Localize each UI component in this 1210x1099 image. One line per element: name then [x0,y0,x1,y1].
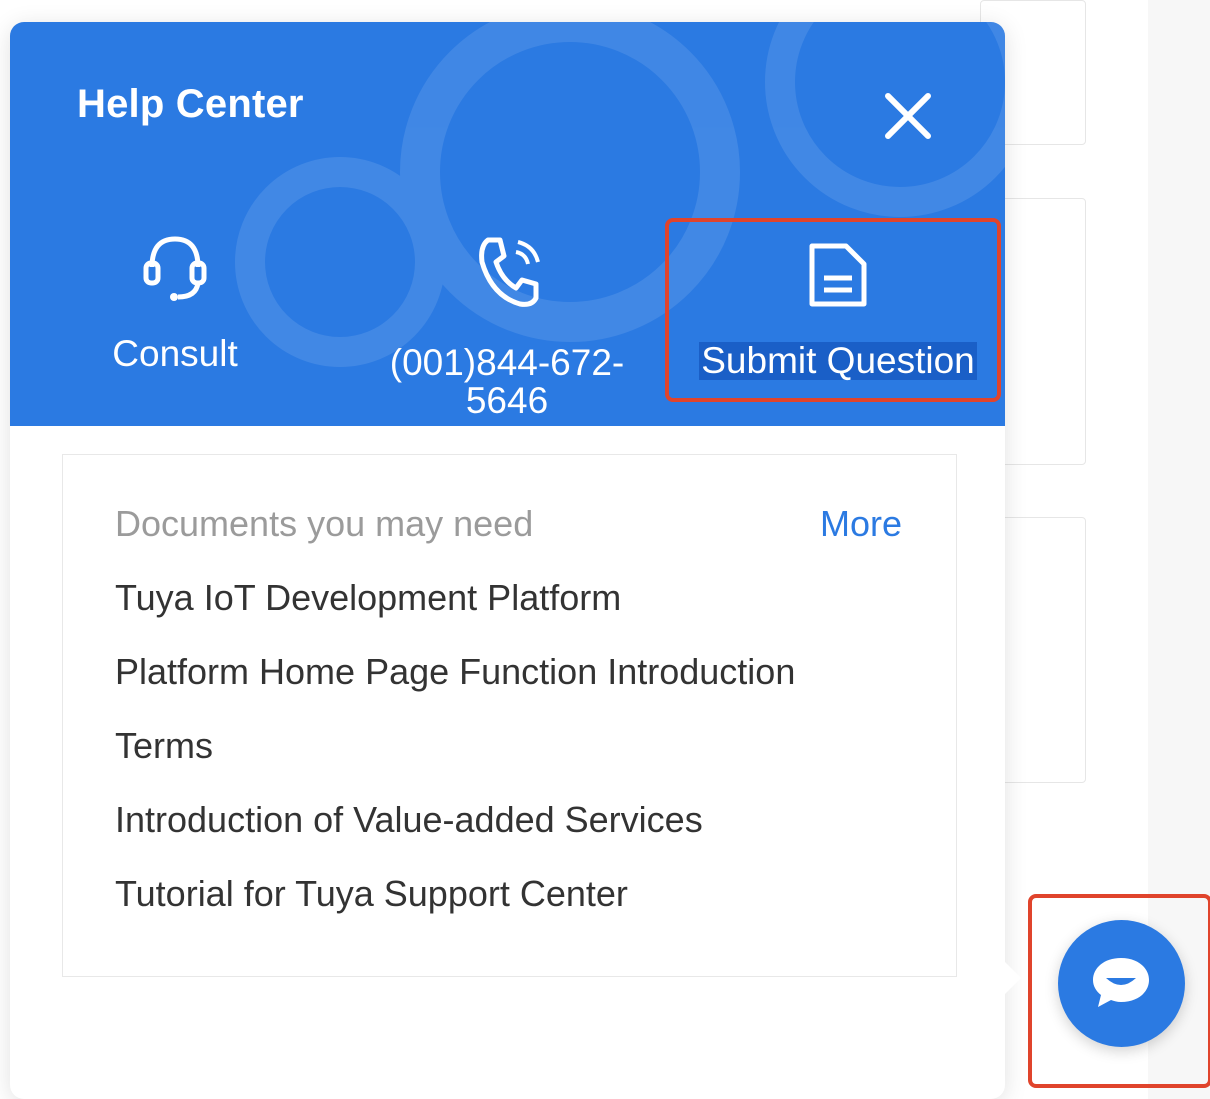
documents-heading: Documents you may need [115,503,534,544]
submit-question-action[interactable]: Submit Question [696,240,980,380]
close-button[interactable] [872,80,944,152]
document-link[interactable]: Platform Home Page Function Introduction [115,649,795,723]
document-link[interactable]: Tutorial for Tuya Support Center [115,871,795,945]
submit-question-label: Submit Question [699,340,977,381]
phone-icon [479,237,540,307]
documents-section: Documents you may need More Tuya IoT Dev… [62,454,957,977]
documents-list: Tuya IoT Development Platform Platform H… [115,575,795,945]
document-link[interactable]: Terms [115,723,795,797]
document-link[interactable]: Tuya IoT Development Platform [115,575,795,649]
panel-header: Help Center Consult (001)844-672-5646 Su… [10,22,1005,426]
more-link[interactable]: More [820,503,902,545]
consult-label: Consult [112,333,238,374]
phone-action[interactable]: (001)844-672-5646 [372,232,642,420]
close-icon [885,93,931,139]
headset-icon [143,236,207,301]
help-center-panel: Help Center Consult (001)844-672-5646 Su… [10,22,1005,1099]
document-link[interactable]: Introduction of Value-added Services [115,797,795,871]
consult-action[interactable]: Consult [70,227,280,373]
panel-title: Help Center [77,82,304,126]
chat-bubble-icon [1093,958,1149,1007]
phone-number-label: (001)844-672-5646 [389,342,625,421]
chat-button[interactable] [1058,920,1185,1047]
document-icon [809,243,867,307]
panel-pointer [1003,960,1021,996]
